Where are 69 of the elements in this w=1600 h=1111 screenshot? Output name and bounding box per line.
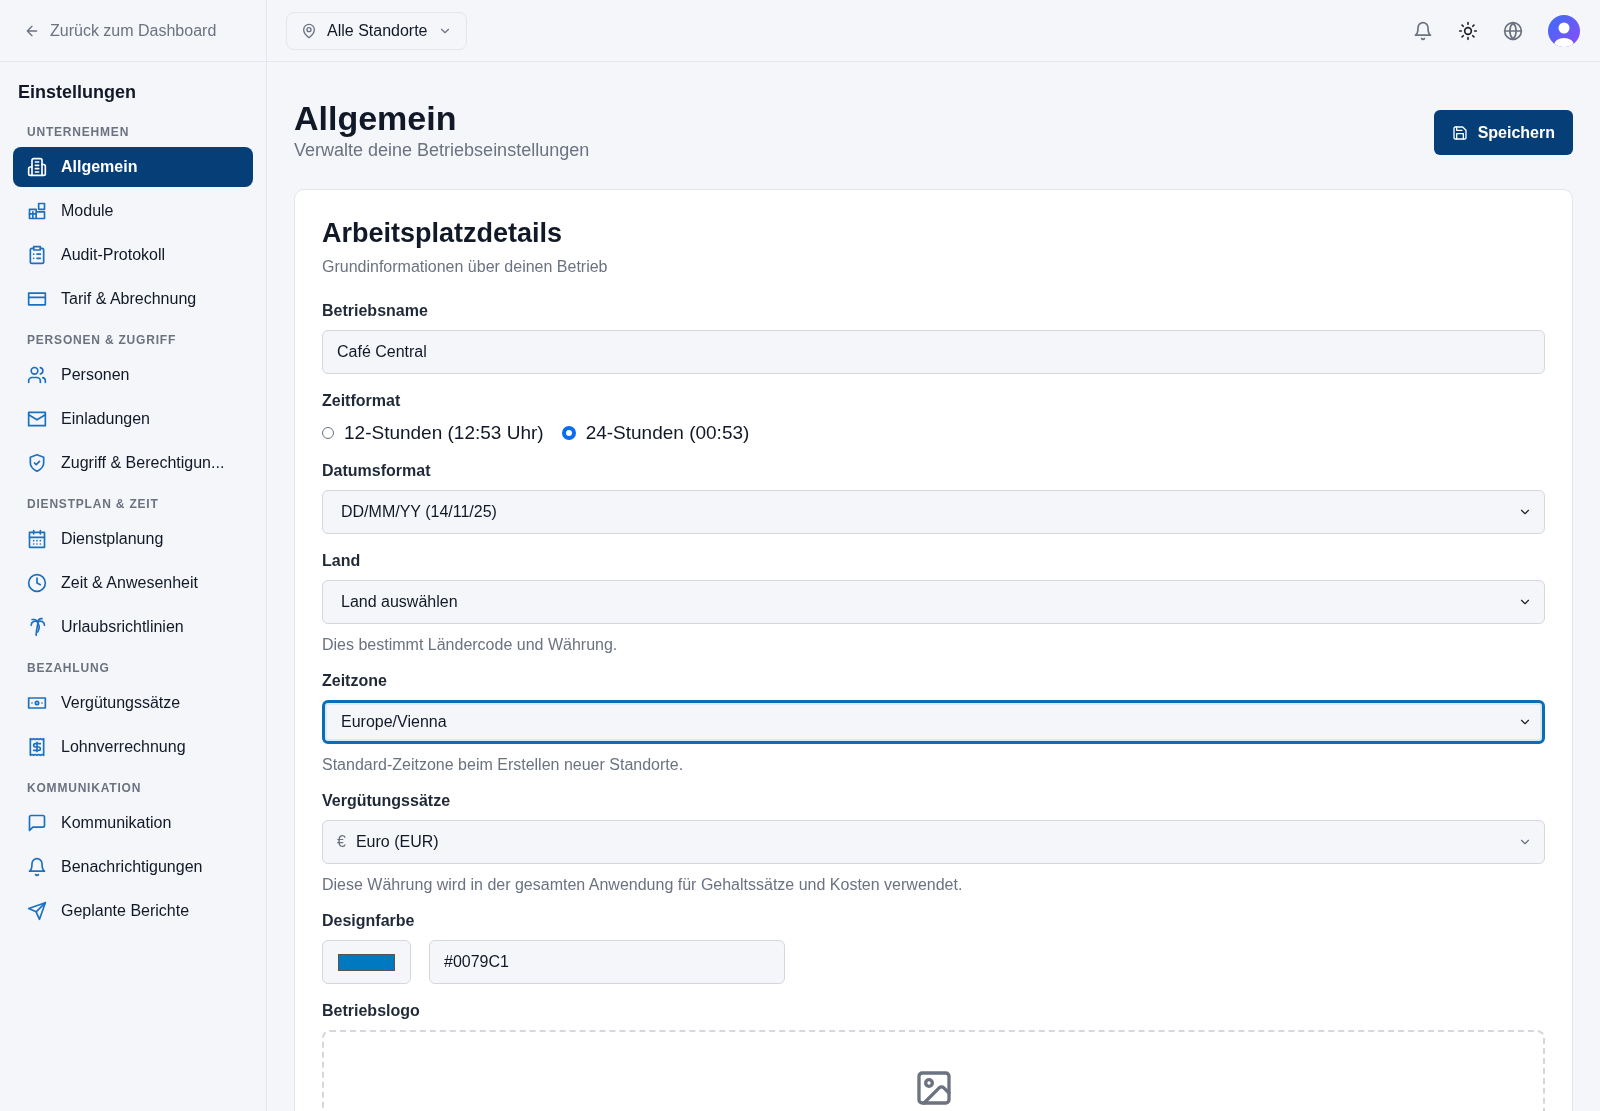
select-field[interactable]: € Euro (EUR): [322, 820, 1545, 864]
clock-icon: [27, 573, 47, 593]
help-text: Diese Währung wird in der gesamten Anwendung für Gehaltssätze und Kosten verwendet.: [322, 876, 964, 894]
color-picker[interactable]: [322, 940, 411, 984]
sidebar-title: Einstellungen: [17, 82, 137, 103]
send-icon: [27, 901, 47, 921]
calendar-icon: [27, 529, 47, 549]
save-button[interactable]: Speichern: [1433, 110, 1573, 155]
field-label: Betriebsname: [322, 302, 429, 320]
field-label: Designfarbe: [322, 912, 416, 930]
select-field[interactable]: Land auswählen: [322, 580, 1545, 624]
field-label: Land: [322, 552, 362, 570]
receipt-icon: [27, 737, 47, 757]
field-label: Zeitzone: [322, 672, 388, 690]
location-selector[interactable]: Alle Standorte: [286, 11, 467, 50]
avatar-icon[interactable]: [1548, 14, 1580, 47]
sidebar-item[interactable]: Module: [13, 191, 253, 231]
sidebar-item[interactable]: Einladungen: [13, 399, 253, 439]
sidebar-item[interactable]: Personen: [13, 355, 253, 395]
card-subtitle: Grundinformationen über deinen Betrieb: [322, 258, 609, 276]
mail-icon: [27, 409, 47, 429]
help-text: Dies bestimmt Ländercode und Währung.: [322, 636, 619, 654]
sidebar-item[interactable]: Kommunikation: [13, 803, 253, 843]
bell-icon: [27, 857, 47, 877]
credit-card-icon: [27, 289, 47, 309]
palm-tree-icon: [27, 617, 47, 637]
help-text: Standard-Zeitzone beim Erstellen neuer Standorte.: [322, 756, 685, 774]
sidebar-item[interactable]: Benachrichtigungen: [13, 847, 253, 887]
section-heading: KOMMUNIKATION: [26, 781, 143, 795]
globe-icon[interactable]: [1503, 20, 1523, 41]
location-label: Alle Standorte: [327, 21, 428, 40]
building-icon: [27, 157, 47, 177]
input-field[interactable]: #0079C1: [429, 940, 785, 984]
sidebar-item[interactable]: Zeit & Anwesenheit: [13, 563, 253, 603]
page-subtitle: Verwalte deine Betriebseinstellungen: [294, 140, 590, 161]
sidebar-item[interactable]: Lohnverrechnung: [13, 727, 253, 767]
clipboard-icon: [27, 245, 47, 265]
radio-option[interactable]: 12-Stunden (12:53 Uhr): [322, 422, 544, 444]
bell-icon[interactable]: [1413, 20, 1433, 41]
blocks-icon: [27, 201, 47, 221]
field-label: Vergütungssätze: [322, 792, 452, 810]
radio-option[interactable]: 24-Stunden (00:53): [561, 422, 750, 444]
sidebar-item[interactable]: Zugriff & Berechtigun...: [13, 443, 253, 483]
sidebar-item[interactable]: Urlaubsrichtlinien: [13, 607, 253, 647]
sun-icon[interactable]: [1458, 20, 1478, 41]
chat-icon: [27, 813, 47, 833]
section-heading: BEZAHLUNG: [26, 661, 111, 675]
select-field[interactable]: Europe/Vienna: [322, 700, 1545, 744]
section-heading: DIENSTPLAN & ZEIT: [26, 497, 160, 511]
sidebar-item[interactable]: Dienstplanung: [13, 519, 253, 559]
card-title: Arbeitsplatzdetails: [322, 217, 564, 250]
select-field[interactable]: DD/MM/YY (14/11/25): [322, 490, 1545, 534]
section-heading: PERSONEN & ZUGRIFF: [26, 333, 178, 347]
input-field[interactable]: Café Central: [322, 330, 1545, 374]
field-label: Datumsformat: [322, 462, 432, 480]
sidebar-item[interactable]: Tarif & Abrechnung: [13, 279, 253, 319]
save-icon: [1451, 124, 1468, 141]
users-icon: [27, 365, 47, 385]
section-heading: UNTERNEHMEN: [26, 125, 131, 139]
sidebar-item[interactable]: Geplante Berichte: [13, 891, 253, 931]
sidebar-item[interactable]: Allgemein: [13, 147, 253, 187]
map-pin-icon: [301, 22, 317, 39]
field-label: Zeitformat: [322, 392, 402, 410]
sidebar-item[interactable]: Vergütungssätze: [13, 683, 253, 723]
sidebar-item[interactable]: Audit-Protokoll: [13, 235, 253, 275]
field-label: Betriebslogo: [322, 1002, 421, 1020]
shield-check-icon: [27, 453, 47, 473]
page-title: Allgemein: [294, 98, 458, 138]
back-link[interactable]: Zurück zum Dashboard: [24, 21, 217, 40]
